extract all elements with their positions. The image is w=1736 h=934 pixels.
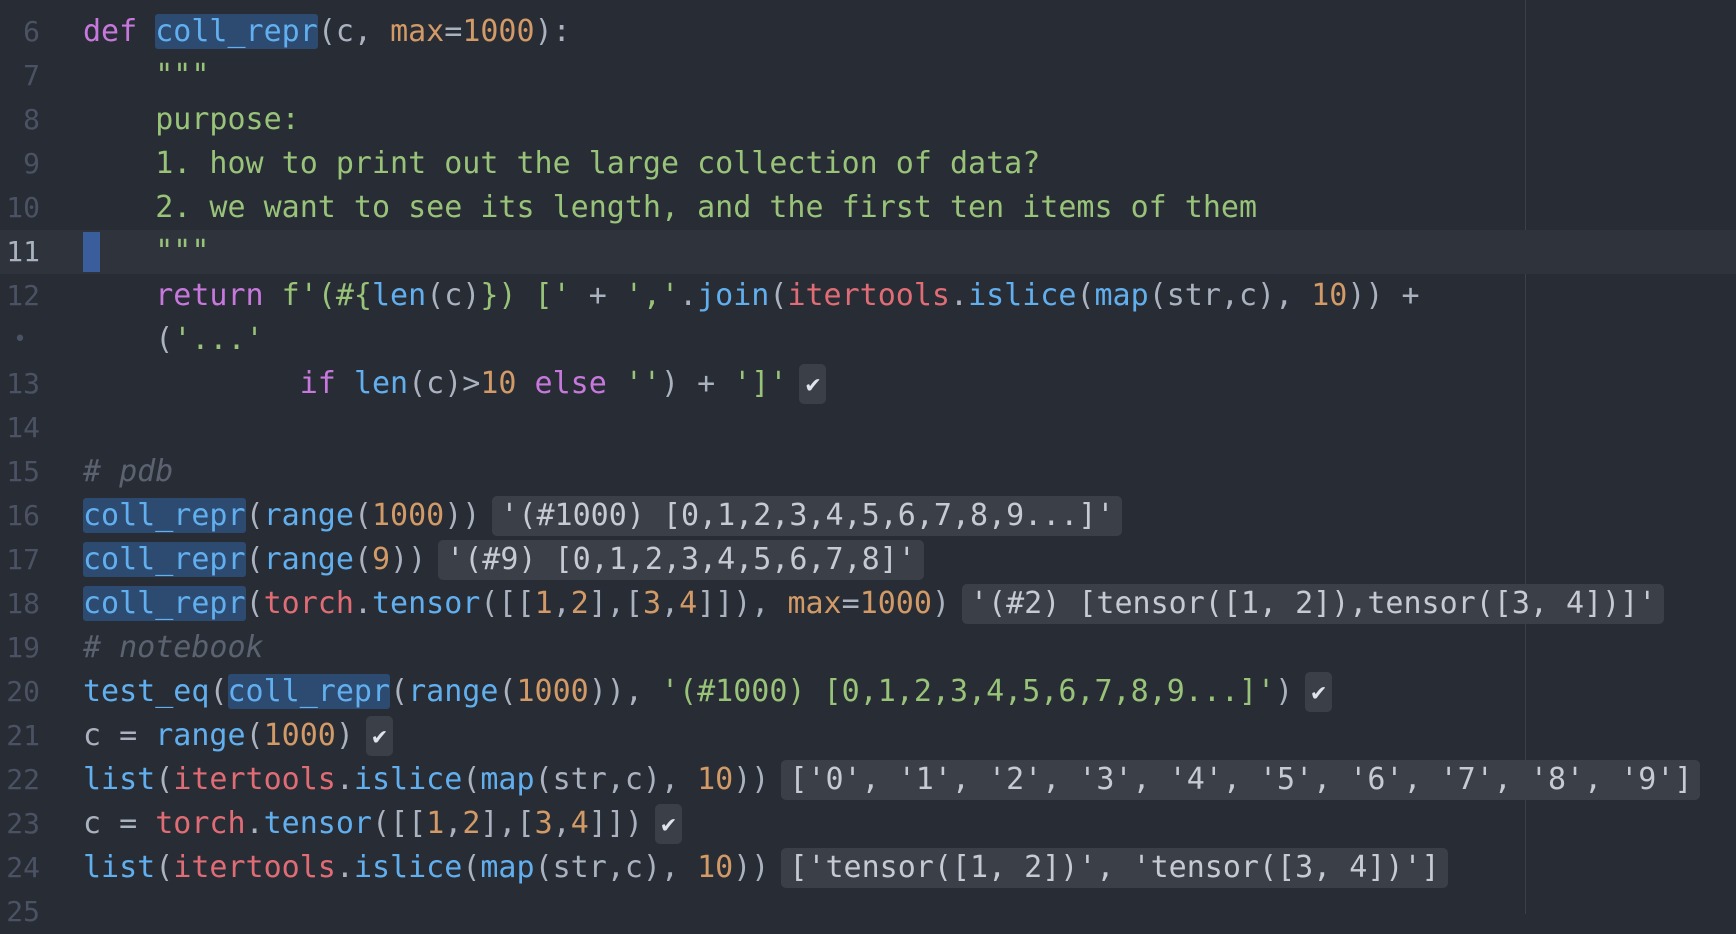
code-line-19[interactable]: 19 # notebook <box>0 626 1736 670</box>
code-line-20[interactable]: 20 test_eq(coll_repr(range(1000)), '(#10… <box>0 670 1736 714</box>
inline-result[interactable]: '(#9) [0,1,2,3,4,5,6,7,8]' <box>438 540 924 580</box>
code-line-18[interactable]: 18 coll_repr(torch.tensor([[1,2],[3,4]])… <box>0 582 1736 626</box>
line-number: 8 <box>23 103 40 136</box>
check-icon[interactable]: ✔ <box>365 716 393 756</box>
line-number: 10 <box>6 191 40 224</box>
line-number: 20 <box>6 675 40 708</box>
docstring-open: """ <box>83 58 210 93</box>
code-line-21[interactable]: 21 c = range(1000) ✔ <box>0 714 1736 758</box>
check-icon[interactable]: ✔ <box>654 804 682 844</box>
code-line-24[interactable]: 24 list(itertools.islice(map(str,c), 10)… <box>0 846 1736 890</box>
function-name-highlight: coll_repr <box>83 498 246 533</box>
docstring-text: 2. we want to see its length, and the fi… <box>83 190 1257 225</box>
code-line-15[interactable]: 15 # pdb <box>0 450 1736 494</box>
code-line-11[interactable]: 11 """ <box>0 230 1736 274</box>
line-number: 12 <box>6 279 40 312</box>
inline-result[interactable]: '(#2) [tensor([1, 2]),tensor([3, 4])]' <box>962 584 1665 624</box>
function-name-highlight: coll_repr <box>155 14 318 49</box>
docstring-close: """ <box>83 234 210 269</box>
line-number: 22 <box>6 763 40 796</box>
code-line-wrap[interactable]: • ('...' <box>0 318 1736 362</box>
code-line-10[interactable]: 10 2. we want to see its length, and the… <box>0 186 1736 230</box>
line-number: 16 <box>6 499 40 532</box>
inline-result[interactable]: '(#1000) [0,1,2,3,4,5,6,7,8,9...]' <box>492 496 1123 536</box>
code-line-8[interactable]: 8 purpose: <box>0 98 1736 142</box>
line-number: 13 <box>6 367 40 400</box>
comment: # notebook <box>83 630 264 665</box>
check-icon[interactable]: ✔ <box>799 364 827 404</box>
line-number: 9 <box>23 147 40 180</box>
line-number: 14 <box>6 411 40 444</box>
code-editor[interactable]: 6 def coll_repr(c, max=1000): 7 """ 8 pu… <box>0 0 1736 928</box>
line-number: 15 <box>6 455 40 488</box>
check-icon[interactable]: ✔ <box>1305 672 1333 712</box>
line-number: 11 <box>6 235 40 268</box>
code-line-13[interactable]: 13 if len(c)>10 else '') + ']' ✔ <box>0 362 1736 406</box>
function-name-highlight: coll_repr <box>83 586 246 621</box>
line-number: 24 <box>6 851 40 884</box>
line-number: 6 <box>23 15 40 48</box>
inline-result[interactable]: ['0', '1', '2', '3', '4', '5', '6', '7',… <box>781 760 1701 800</box>
line-number: 17 <box>6 543 40 576</box>
line-number: 23 <box>6 807 40 840</box>
line-number: 19 <box>6 631 40 664</box>
code-line-25[interactable]: 25 <box>0 890 1736 934</box>
function-name-highlight: coll_repr <box>83 542 246 577</box>
code-line-23[interactable]: 23 c = torch.tensor([[1,2],[3,4]]) ✔ <box>0 802 1736 846</box>
function-name-highlight: coll_repr <box>227 674 391 709</box>
line-number: 18 <box>6 587 40 620</box>
inline-result[interactable]: ['tensor([1, 2])', 'tensor([3, 4])'] <box>781 848 1448 888</box>
code-line-17[interactable]: 17 coll_repr(range(9)) '(#9) [0,1,2,3,4,5… <box>0 538 1736 582</box>
docstring-text: 1. how to print out the large collection… <box>83 146 1041 181</box>
code-line-6[interactable]: 6 def coll_repr(c, max=1000): <box>0 10 1736 54</box>
soft-wrap-indicator: • <box>13 327 27 352</box>
code-line-16[interactable]: 16 coll_repr(range(1000)) '(#1000) [0,1,2… <box>0 494 1736 538</box>
code-line-9[interactable]: 9 1. how to print out the large collecti… <box>0 142 1736 186</box>
comment: # pdb <box>83 454 174 489</box>
line-number: 25 <box>6 895 40 928</box>
code-line-12[interactable]: 12 return f'(#{len(c)}) [' + ','.join(it… <box>0 274 1736 318</box>
code-line-7[interactable]: 7 """ <box>0 54 1736 98</box>
keyword-def: def <box>83 14 138 49</box>
code-line-14[interactable]: 14 <box>0 406 1736 450</box>
docstring-text: purpose: <box>83 102 300 137</box>
code-line-22[interactable]: 22 list(itertools.islice(map(str,c), 10)… <box>0 758 1736 802</box>
line-number: 21 <box>6 719 40 752</box>
line-number: 7 <box>23 59 40 92</box>
